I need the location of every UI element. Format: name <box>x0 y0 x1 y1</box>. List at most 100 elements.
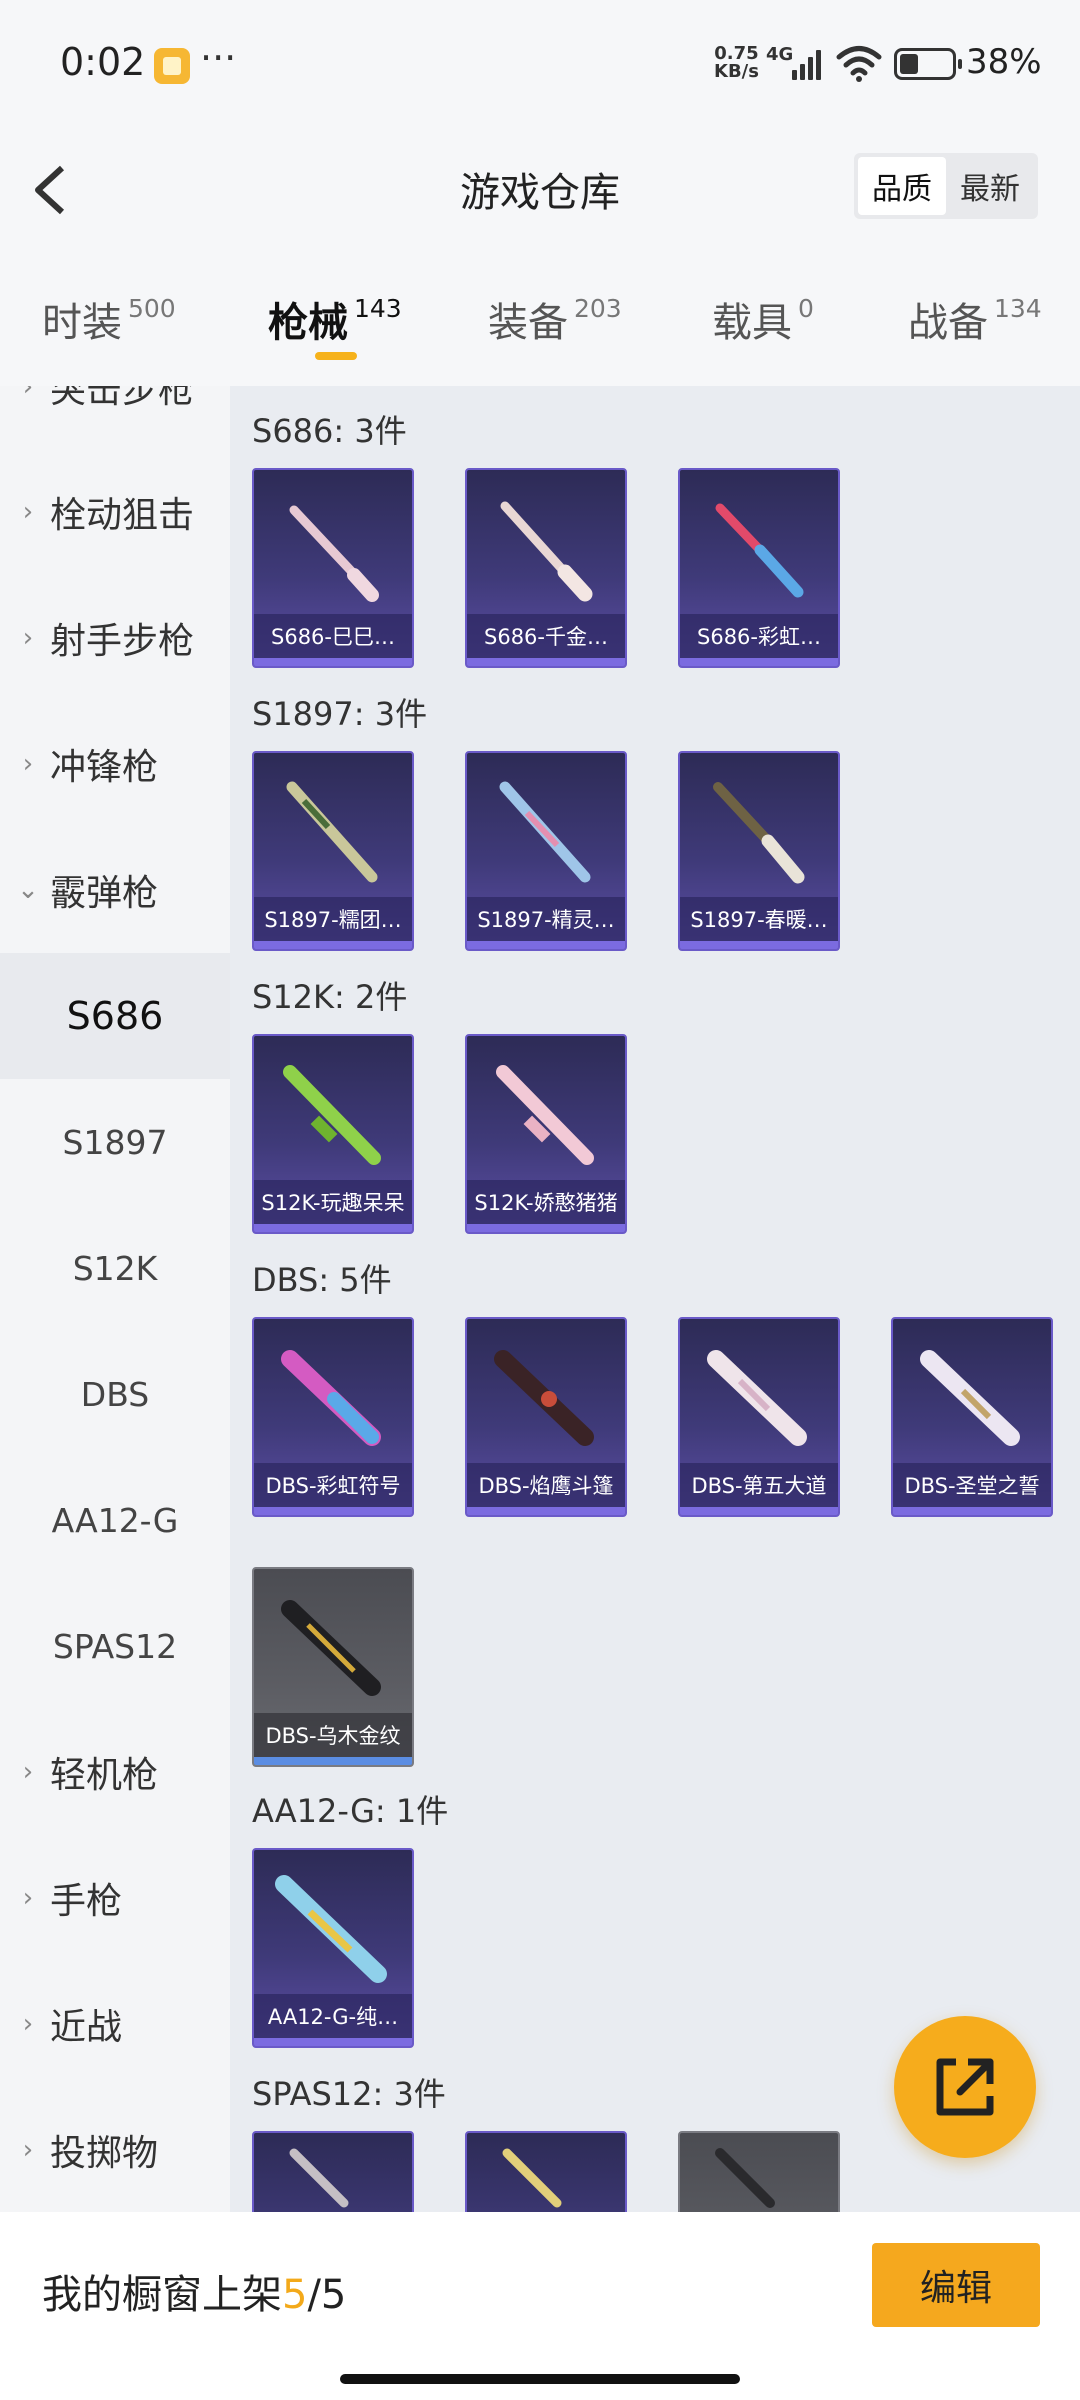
shotgun-skin-icon <box>283 1065 381 1165</box>
showcase-label: 我的橱窗上架 <box>42 2272 282 2318</box>
weapon-card[interactable]: S1897-春暖… <box>678 751 840 951</box>
tab-fashion[interactable]: 时装 500 <box>42 290 176 348</box>
weapon-card[interactable]: DBS-焰鹰斗篷 <box>465 1317 627 1517</box>
weapon-card[interactable]: S12K-玩趣呆呆 <box>252 1034 414 1234</box>
sidebar-item-label: 射手步枪 <box>50 621 195 662</box>
group-title: S686: 3件 <box>252 412 407 450</box>
sidebar-item-marksman-rifle[interactable]: › 射手步枪 <box>0 575 230 701</box>
sidebar-item-label: 霰弹枪 <box>50 873 159 914</box>
sidebar-sub-aa12g[interactable]: AA12-G <box>0 1457 230 1583</box>
shotgun-skin-icon <box>715 503 804 598</box>
signal-icon <box>788 46 824 80</box>
shotgun-skin-icon <box>289 505 379 602</box>
tab-label: 载具 <box>712 300 792 346</box>
tab-label: 时装 <box>42 300 122 346</box>
group-title: S1897: 3件 <box>252 695 428 733</box>
battery-icon <box>894 48 962 80</box>
sidebar-sub-spas12[interactable]: SPAS12 <box>0 1583 230 1709</box>
tab-vehicles[interactable]: 载具 0 <box>712 290 814 348</box>
weapon-card[interactable]: S1897-糯团… <box>252 751 414 951</box>
share-button[interactable] <box>894 2016 1036 2158</box>
edit-button[interactable]: 编辑 <box>872 2243 1040 2327</box>
header: 游戏仓库 品质 最新 <box>0 130 1080 260</box>
tab-weapons[interactable]: 枪械 143 <box>268 290 402 348</box>
rarity-bar <box>680 658 838 666</box>
weapon-list[interactable]: S686: 3件 S686-巳巳… S686-千金… S686-彩虹… S189… <box>230 386 1080 2212</box>
status-time: 0:02 <box>60 40 146 84</box>
sort-newest-button[interactable]: 最新 <box>946 157 1034 215</box>
tab-equipment[interactable]: 装备 203 <box>488 290 622 348</box>
shotgun-skin-icon <box>715 2148 775 2208</box>
chevron-down-icon: ⌄ <box>17 875 39 905</box>
tab-label: 装备 <box>488 300 568 346</box>
battery-percent: 38% <box>966 42 1042 82</box>
sidebar-item-smg[interactable]: › 冲锋枪 <box>0 701 230 827</box>
rarity-bar <box>467 658 625 666</box>
weapon-name: AA12-G-纯… <box>254 1994 412 2038</box>
weapon-card[interactable]: DBS-彩虹符号 <box>252 1317 414 1517</box>
weapon-name: S686-巳巳… <box>254 614 412 658</box>
shotgun-skin-icon <box>286 781 378 883</box>
rarity-bar <box>467 1507 625 1515</box>
chevron-right-icon: › <box>22 749 34 779</box>
sidebar-item-throwable[interactable]: › 投掷物 <box>0 2087 230 2212</box>
tab-count: 143 <box>354 294 402 323</box>
rarity-bar <box>893 1507 1051 1515</box>
weapon-card[interactable]: DBS-第五大道 <box>678 1317 840 1517</box>
rarity-bar <box>254 658 412 666</box>
weapon-card[interactable]: DBS-圣堂之誓 <box>891 1317 1053 1517</box>
shotgun-skin-icon <box>281 1600 381 1696</box>
chevron-right-icon: › <box>22 2009 34 2039</box>
more-notifications-icon: ··· <box>200 36 237 80</box>
home-indicator[interactable] <box>340 2374 740 2384</box>
group-title: S12K: 2件 <box>252 978 408 1016</box>
weapon-card[interactable]: S1897-精灵… <box>465 751 627 951</box>
rarity-bar <box>680 1507 838 1515</box>
sort-toggle: 品质 最新 <box>854 153 1038 219</box>
weapon-card[interactable] <box>252 2131 414 2212</box>
sidebar-item-label: 栓动狙击 <box>50 495 195 536</box>
sidebar-item-label: 近战 <box>50 2007 123 2048</box>
sidebar-sub-s12k[interactable]: S12K <box>0 1205 230 1331</box>
weapon-card[interactable]: S12K-娇憨猪猪 <box>465 1034 627 1234</box>
group-title: SPAS12: 3件 <box>252 2075 446 2113</box>
net-speed-unit: KB/s <box>714 61 759 82</box>
active-tab-indicator <box>315 352 357 360</box>
shotgun-skin-icon <box>502 2148 562 2208</box>
weapon-card[interactable] <box>465 2131 627 2212</box>
sidebar-sub-s686[interactable]: S686 <box>0 953 230 1079</box>
share-icon <box>936 2058 994 2116</box>
sidebar-item-melee[interactable]: › 近战 <box>0 1961 230 2087</box>
tab-count: 500 <box>128 294 176 323</box>
sidebar-item-lmg[interactable]: › 轻机枪 <box>0 1709 230 1835</box>
sidebar-item-assault-rifle[interactable]: › 突击步枪 <box>0 386 230 450</box>
sidebar-sub-s1897[interactable]: S1897 <box>0 1079 230 1205</box>
tab-count: 0 <box>798 294 814 323</box>
sidebar-item-label: 冲锋枪 <box>50 747 159 788</box>
shotgun-skin-icon <box>281 1350 381 1446</box>
weapon-card[interactable]: DBS-乌木金纹 <box>252 1567 414 1767</box>
chevron-right-icon: › <box>22 497 34 527</box>
sidebar-item-pistol[interactable]: › 手枪 <box>0 1835 230 1961</box>
sidebar-sub-dbs[interactable]: DBS <box>0 1331 230 1457</box>
chevron-right-icon: › <box>22 386 34 402</box>
weapon-card[interactable]: AA12-G-纯… <box>252 1848 414 2048</box>
sort-quality-button[interactable]: 品质 <box>858 157 946 215</box>
sidebar-item-shotgun[interactable]: ⌄ 霰弹枪 <box>0 827 230 953</box>
chevron-right-icon: › <box>22 1757 34 1787</box>
weapon-name: S686-千金… <box>467 614 625 658</box>
showcase-current-count: 5 <box>282 2272 308 2318</box>
weapon-name: S12K-玩趣呆呆 <box>254 1180 412 1224</box>
weapon-name: S1897-糯团… <box>254 897 412 941</box>
rarity-bar <box>467 941 625 949</box>
sidebar-item-bolt-sniper[interactable]: › 栓动狙击 <box>0 449 230 575</box>
chevron-right-icon: › <box>22 1883 34 1913</box>
weapon-card[interactable]: S686-彩虹… <box>678 468 840 668</box>
weapon-card[interactable] <box>678 2131 840 2212</box>
rarity-bar <box>254 941 412 949</box>
weapon-card[interactable]: S686-巳巳… <box>252 468 414 668</box>
tab-supplies[interactable]: 战备 134 <box>908 290 1042 348</box>
rarity-bar <box>467 1224 625 1232</box>
weapon-card[interactable]: S686-千金… <box>465 468 627 668</box>
status-bar: 0:02 ··· 0.75 KB/s 4G 38% <box>0 0 1080 130</box>
